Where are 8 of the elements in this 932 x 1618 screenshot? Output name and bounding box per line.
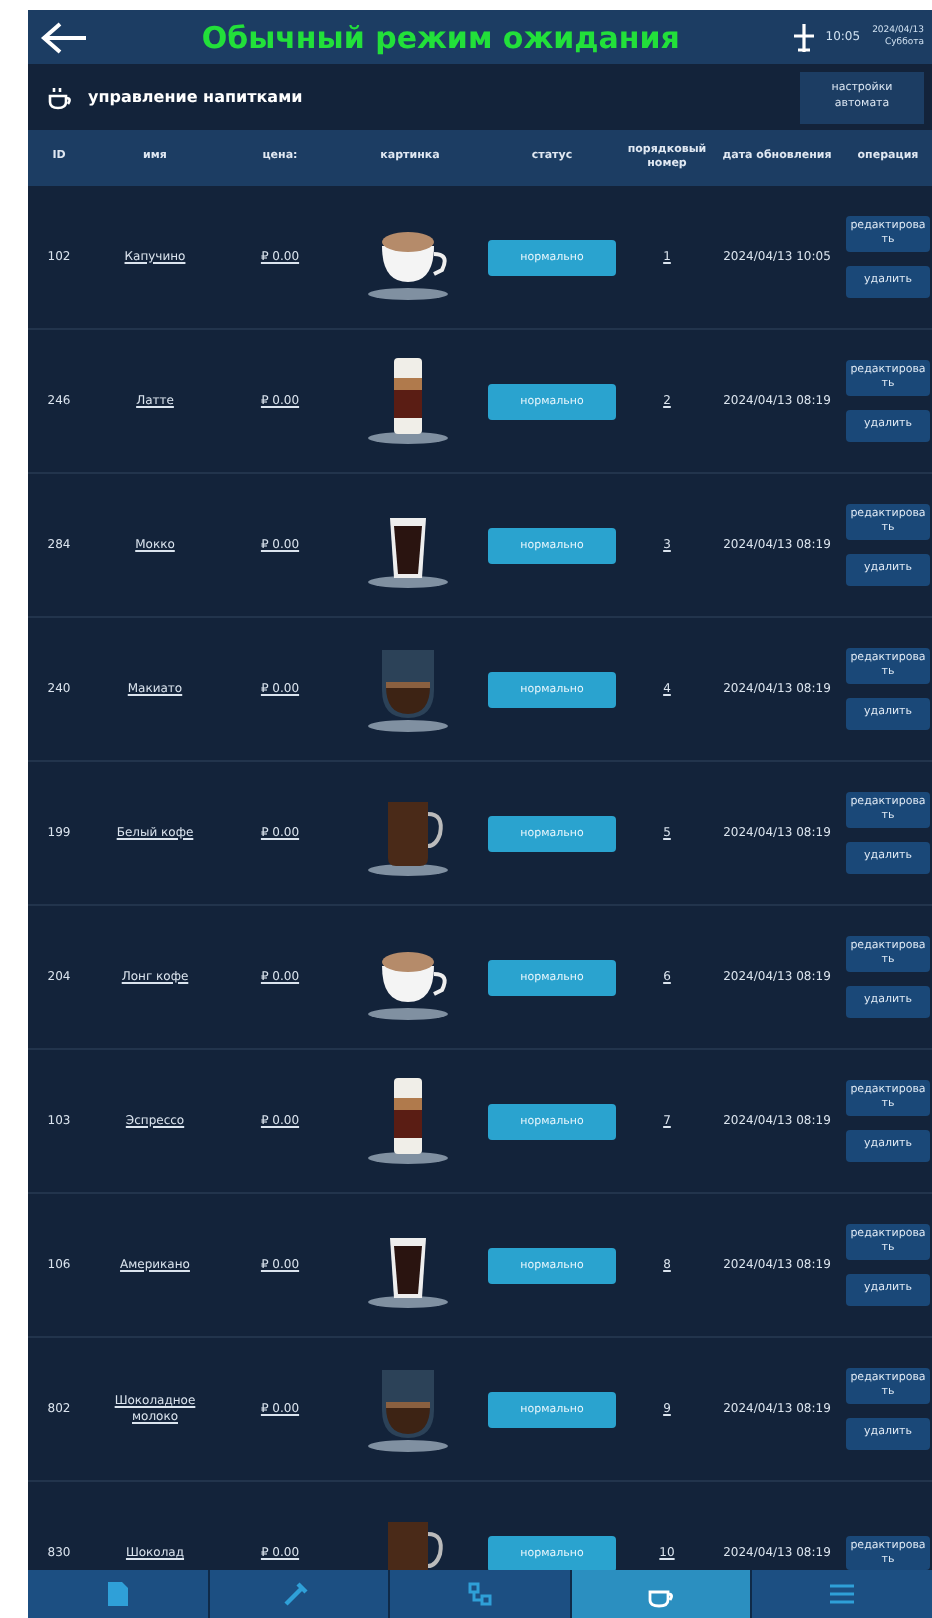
nav-tab[interactable] bbox=[390, 1570, 570, 1618]
section-title: управление напитками bbox=[88, 88, 305, 106]
back-icon[interactable] bbox=[40, 21, 88, 53]
nav-tab[interactable] bbox=[571, 1570, 751, 1618]
cup-icon bbox=[48, 85, 72, 109]
nav-tab[interactable] bbox=[28, 1570, 208, 1618]
nav-tab[interactable] bbox=[752, 1570, 932, 1618]
window-title: Обычный режим ожидания bbox=[199, 19, 682, 55]
